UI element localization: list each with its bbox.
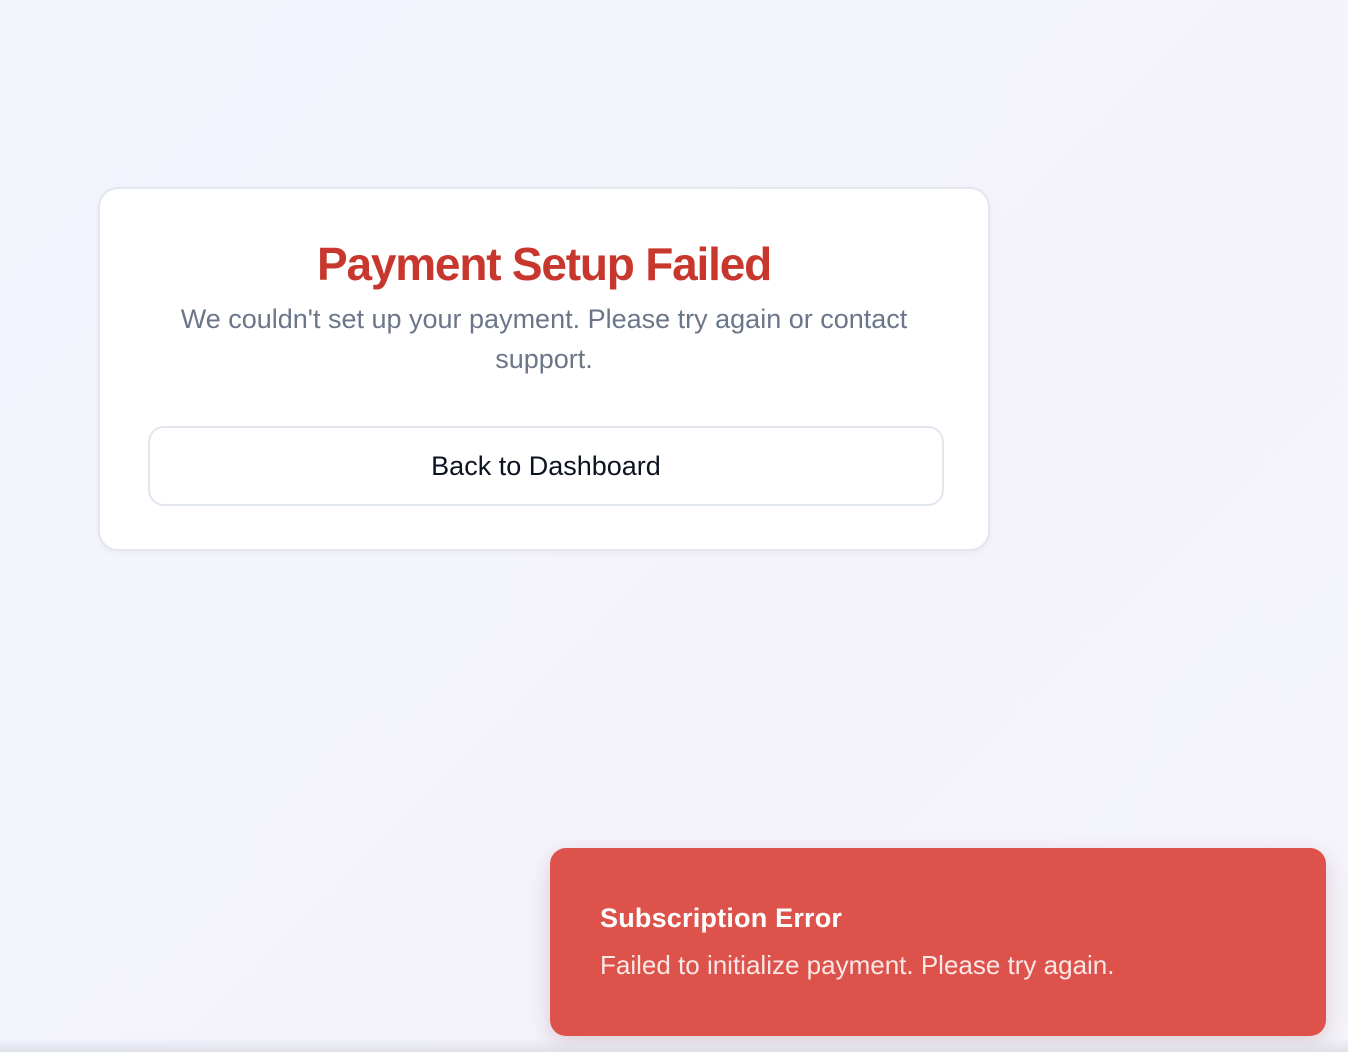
toast-title: Subscription Error bbox=[600, 903, 843, 933]
error-toast[interactable]: Subscription Error Failed to initialize … bbox=[550, 848, 1326, 1036]
toast-message: Failed to initialize payment. Please try… bbox=[600, 950, 1115, 980]
bottom-edge-shade bbox=[0, 1038, 1348, 1052]
payment-failed-card: Payment Setup Failed We couldn't set up … bbox=[98, 187, 990, 551]
back-to-dashboard-button[interactable]: Back to Dashboard bbox=[148, 426, 944, 506]
page-title: Payment Setup Failed bbox=[316, 238, 772, 290]
error-description: We couldn't set up your payment. Please … bbox=[180, 304, 908, 374]
